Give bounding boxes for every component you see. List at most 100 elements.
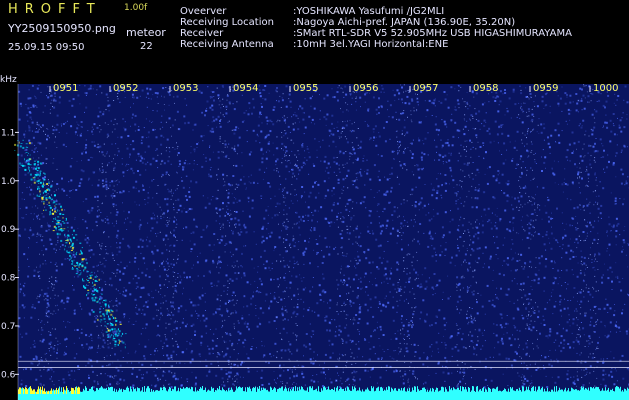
noise-pixel xyxy=(378,170,380,172)
station-info-labels: Oveerver Receiving Location Receiver Rec… xyxy=(180,6,274,50)
noise-pixel xyxy=(74,217,76,218)
noise-pixel xyxy=(84,148,86,150)
noise-pixel xyxy=(487,385,489,386)
noise-pixel xyxy=(398,98,400,100)
band-pixel xyxy=(113,158,114,160)
noise-pixel xyxy=(73,309,75,311)
band-pixel xyxy=(353,376,355,378)
noise-pixel xyxy=(156,221,159,224)
noise-pixel xyxy=(321,290,324,293)
noise-pixel xyxy=(103,265,106,268)
noise-pixel xyxy=(182,168,185,171)
noise-pixel xyxy=(30,188,33,191)
noise-pixel xyxy=(39,294,42,297)
noise-pixel xyxy=(243,338,246,341)
band-pixel xyxy=(170,127,172,129)
noise-pixel xyxy=(134,257,137,259)
noise-pixel xyxy=(200,236,203,238)
noise-pixel xyxy=(232,291,235,294)
noise-pixel xyxy=(187,163,189,165)
noise-pixel xyxy=(250,283,252,285)
noise-pixel xyxy=(327,162,330,165)
noise-pixel xyxy=(28,139,31,142)
noise-pixel xyxy=(102,329,104,331)
noise-pixel xyxy=(614,203,617,205)
band-pixel xyxy=(218,98,219,100)
noise-pixel xyxy=(612,163,615,166)
band-pixel xyxy=(222,143,224,144)
noise-pixel xyxy=(350,216,353,219)
noise-pixel xyxy=(451,218,454,221)
noise-pixel xyxy=(144,262,146,264)
noise-pixel xyxy=(375,144,378,147)
noise-pixel xyxy=(420,156,423,159)
noise-pixel xyxy=(58,380,60,381)
noise-pixel xyxy=(225,372,228,375)
band-pixel xyxy=(162,314,163,316)
noise-pixel xyxy=(520,195,523,198)
noise-pixel xyxy=(408,102,411,105)
noise-pixel xyxy=(430,324,433,326)
noise-pixel xyxy=(450,86,453,89)
noise-pixel xyxy=(550,232,553,235)
band-pixel xyxy=(54,294,56,296)
noise-pixel xyxy=(398,353,399,355)
band-pixel xyxy=(342,91,344,93)
noise-pixel xyxy=(414,205,417,208)
noise-pixel xyxy=(618,126,621,129)
noise-pixel xyxy=(79,182,82,185)
noise-pixel xyxy=(514,278,516,280)
noise-pixel xyxy=(89,313,92,316)
noise-pixel xyxy=(393,94,396,97)
noise-pixel xyxy=(230,209,231,211)
noise-pixel xyxy=(246,187,247,189)
noise-pixel xyxy=(94,195,97,198)
noise-pixel xyxy=(306,148,309,150)
noise-pixel xyxy=(264,300,266,302)
band-pixel xyxy=(216,338,218,339)
noise-pixel xyxy=(371,284,373,286)
noise-pixel xyxy=(325,315,328,318)
noise-pixel xyxy=(366,363,368,365)
noise-pixel xyxy=(268,382,271,385)
noise-pixel xyxy=(420,283,422,285)
noise-pixel xyxy=(622,203,624,206)
noise-pixel xyxy=(102,365,104,367)
noise-pixel xyxy=(357,148,359,149)
noise-pixel xyxy=(471,291,473,293)
noise-pixel xyxy=(610,331,612,333)
noise-pixel xyxy=(243,274,246,277)
noise-pixel xyxy=(162,87,165,90)
noise-pixel xyxy=(549,299,551,301)
noise-pixel xyxy=(422,207,424,209)
noise-pixel xyxy=(558,105,560,107)
noise-pixel xyxy=(484,191,486,193)
noise-pixel xyxy=(401,86,403,89)
noise-pixel xyxy=(178,362,181,364)
noise-pixel xyxy=(196,313,198,314)
band-pixel xyxy=(36,297,38,299)
noise-pixel xyxy=(208,370,211,373)
band-pixel xyxy=(277,302,279,303)
band-pixel xyxy=(341,221,343,223)
band-pixel xyxy=(234,150,236,152)
band-pixel xyxy=(102,154,104,156)
noise-pixel xyxy=(195,310,196,312)
band-pixel xyxy=(226,99,228,101)
noise-pixel xyxy=(24,152,26,154)
noise-pixel xyxy=(552,268,554,269)
noise-pixel xyxy=(335,246,337,248)
noise-pixel xyxy=(245,245,247,247)
noise-pixel xyxy=(540,322,542,324)
noise-pixel xyxy=(328,339,331,342)
band-pixel xyxy=(355,236,357,238)
noise-pixel xyxy=(237,330,240,333)
noise-pixel xyxy=(495,222,497,224)
noise-pixel xyxy=(506,228,509,231)
band-pixel xyxy=(336,219,338,221)
noise-pixel xyxy=(171,124,174,127)
noise-pixel xyxy=(429,238,431,240)
noise-pixel xyxy=(82,151,84,153)
noise-pixel xyxy=(127,352,129,354)
noise-pixel xyxy=(501,132,504,135)
